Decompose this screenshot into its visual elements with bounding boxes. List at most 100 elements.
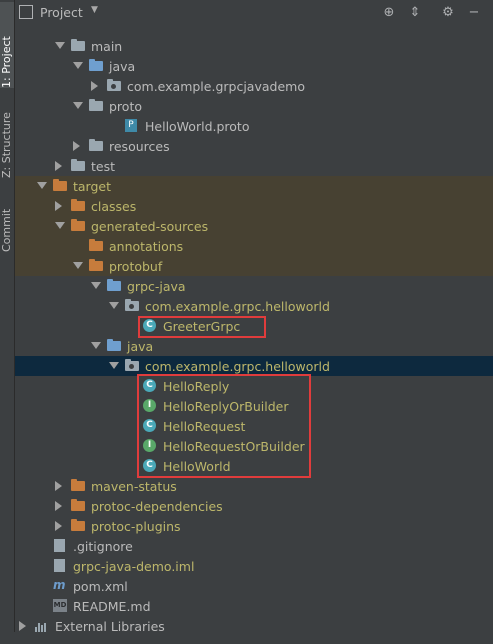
excluded-folder-icon <box>71 499 85 511</box>
source-folder-icon <box>89 59 103 71</box>
chevron-down-icon[interactable] <box>109 362 119 369</box>
file-icon <box>54 539 65 552</box>
folder-icon <box>89 139 103 151</box>
tree-row[interactable]: grpc-java <box>15 276 493 296</box>
tree-row[interactable]: java <box>15 336 493 356</box>
tree-row[interactable]: protobuf <box>15 256 493 276</box>
chevron-down-icon[interactable] <box>91 282 101 289</box>
chevron-right-icon[interactable] <box>19 621 26 631</box>
folder-icon <box>89 99 103 111</box>
chevron-right-icon[interactable] <box>55 201 62 211</box>
package-icon <box>125 359 139 371</box>
project-title[interactable]: Project <box>40 5 83 20</box>
tree-row-label: annotations <box>109 239 184 254</box>
tree-row[interactable]: protoc-plugins <box>15 516 493 536</box>
chevron-right-icon[interactable] <box>55 501 62 511</box>
tree-row-label: protoc-dependencies <box>91 499 223 514</box>
excluded-folder-icon <box>71 219 85 231</box>
chevron-down-icon[interactable] <box>91 342 101 349</box>
excluded-folder-icon <box>89 259 103 271</box>
collapse-icon[interactable]: ⇕ <box>406 4 424 22</box>
tree-row-label: protoc-plugins <box>91 519 181 534</box>
chevron-right-icon[interactable] <box>55 481 62 491</box>
tree-row[interactable]: proto <box>15 96 493 116</box>
project-window-icon <box>19 5 33 19</box>
tree-row-label: grpc-java <box>127 279 186 294</box>
minimize-icon[interactable]: − <box>465 4 483 22</box>
tab-project[interactable]: 1: Project <box>0 2 14 88</box>
tree-row[interactable]: classes <box>15 196 493 216</box>
tree-row-label: classes <box>91 199 137 214</box>
gear-icon[interactable]: ⚙ <box>439 4 457 22</box>
chevron-down-icon[interactable]: ▼ <box>91 5 98 15</box>
tab-commit[interactable]: Commit <box>0 200 14 252</box>
folder-icon <box>71 39 85 51</box>
chevron-right-icon[interactable] <box>73 141 80 151</box>
tree-row[interactable]: com.example.grpcjavademo <box>15 76 493 96</box>
excluded-folder-icon <box>89 239 103 251</box>
excluded-folder-icon <box>53 179 67 191</box>
tree-row-label: main <box>91 39 123 54</box>
tree-row-label: HelloWorld.proto <box>145 119 250 134</box>
tree-row[interactable]: P HelloWorld.proto <box>15 116 493 136</box>
tree-row-label: java <box>109 59 136 74</box>
tree-row-label: generated-sources <box>91 219 209 234</box>
tree-row-label: java <box>127 339 154 354</box>
folder-icon <box>71 159 85 171</box>
tree-row-label: protobuf <box>109 259 163 274</box>
annotation-box <box>137 374 311 478</box>
tree-row[interactable]: test <box>15 156 493 176</box>
tree-row-label: pom.xml <box>73 579 128 594</box>
chevron-down-icon[interactable] <box>55 222 65 229</box>
tree-row[interactable]: MD README.md <box>15 596 493 616</box>
excluded-folder-icon <box>71 199 85 211</box>
chevron-down-icon[interactable] <box>73 62 83 69</box>
libraries-icon <box>35 620 49 635</box>
tree-row-label: README.md <box>73 599 151 614</box>
excluded-folder-icon <box>71 479 85 491</box>
project-tree: main java com.example.grpcjavademo proto P He… <box>15 26 493 635</box>
chevron-down-icon[interactable] <box>55 42 65 49</box>
tree-row-label: grpc-java-demo.iml <box>73 559 195 574</box>
maven-icon: m <box>53 578 66 592</box>
tool-window-strip: 1: Project Z: Structure Commit <box>0 0 15 644</box>
target-icon[interactable]: ⊕ <box>380 4 398 22</box>
chevron-down-icon[interactable] <box>109 302 119 309</box>
tab-structure[interactable]: Z: Structure <box>0 100 14 178</box>
tree-row-label: target <box>73 179 112 194</box>
chevron-right-icon[interactable] <box>55 521 62 531</box>
proto-file-icon: P <box>125 119 137 132</box>
package-icon <box>107 79 121 91</box>
chevron-down-icon[interactable] <box>73 102 83 109</box>
tree-row[interactable]: com.example.grpc.helloworld <box>15 356 493 376</box>
excluded-folder-icon <box>71 519 85 531</box>
chevron-right-icon[interactable] <box>91 81 98 91</box>
tree-row[interactable]: com.example.grpc.helloworld <box>15 296 493 316</box>
tree-row[interactable]: protoc-dependencies <box>15 496 493 516</box>
tree-row[interactable]: generated-sources <box>15 216 493 236</box>
tree-row-label: com.example.grpcjavademo <box>127 79 305 94</box>
file-icon <box>54 559 65 572</box>
tree-row[interactable]: .gitignore <box>15 536 493 556</box>
tree-row[interactable]: target <box>15 176 493 196</box>
project-header: Project ▼ ⊕ ⇕ ⚙ − <box>15 0 493 27</box>
tree-row[interactable]: resources <box>15 136 493 156</box>
tree-row-label: resources <box>109 139 170 154</box>
tree-row[interactable]: java <box>15 56 493 76</box>
chevron-down-icon[interactable] <box>37 182 47 189</box>
chevron-right-icon[interactable] <box>55 161 62 171</box>
status-strip <box>0 632 493 644</box>
tree-row[interactable]: main <box>15 36 493 56</box>
chevron-down-icon[interactable] <box>73 262 83 269</box>
tree-row-label: proto <box>109 99 142 114</box>
tree-row[interactable]: m pom.xml <box>15 576 493 596</box>
package-icon <box>125 299 139 311</box>
generated-source-folder-icon <box>107 339 121 351</box>
tree-row[interactable]: maven-status <box>15 476 493 496</box>
tree-row[interactable]: grpc-java-demo.iml <box>15 556 493 576</box>
tree-row-label: com.example.grpc.helloworld <box>145 359 330 374</box>
tree-row[interactable]: annotations <box>15 236 493 256</box>
markdown-icon: MD <box>53 599 67 612</box>
tree-row-label: .gitignore <box>73 539 133 554</box>
tree-row-label: test <box>91 159 116 174</box>
